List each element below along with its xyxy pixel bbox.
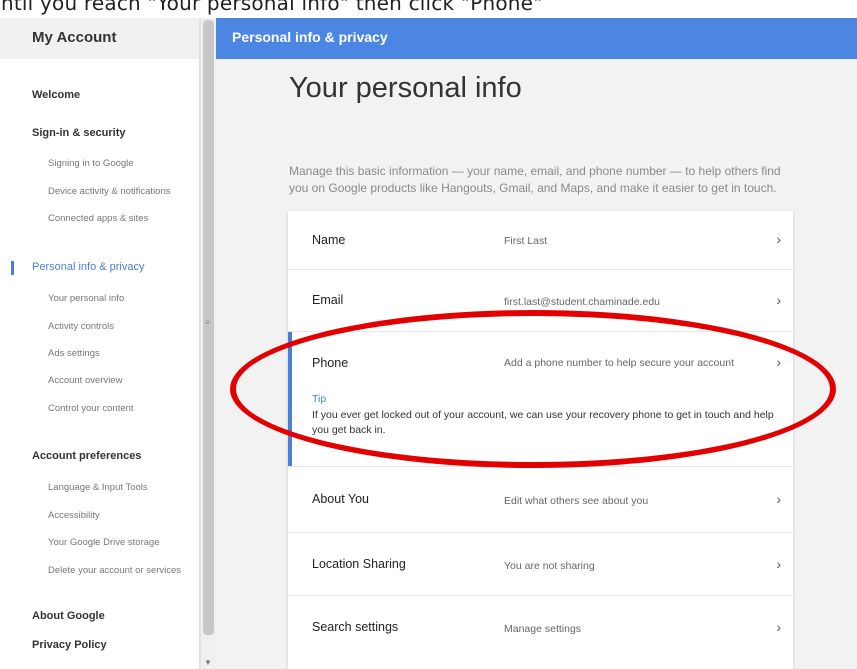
sidebar-item-activity-controls[interactable]: Activity controls (48, 321, 114, 332)
chevron-right-icon: › (776, 491, 781, 507)
row-label: Email (312, 293, 344, 307)
chevron-right-icon: › (776, 231, 781, 247)
chevron-right-icon: › (776, 354, 781, 370)
sidebar-item-account-overview[interactable]: Account overview (48, 375, 122, 386)
sidebar-item-your-personal-info[interactable]: Your personal info (48, 293, 124, 304)
sidebar-item-device-activity[interactable]: Device activity & notifications (48, 186, 171, 197)
sidebar-item-accessibility[interactable]: Accessibility (48, 510, 100, 521)
sidebar-item-control-content[interactable]: Control your content (48, 403, 134, 414)
row-value: first.last@student.chaminade.edu (504, 296, 660, 308)
row-value: Manage settings (504, 623, 582, 635)
row-search-settings[interactable]: Search settings Manage settings › (288, 596, 793, 669)
scrollbar-grip-icon: ≡ (205, 318, 210, 327)
row-label: Name (312, 233, 346, 247)
chevron-right-icon: › (776, 619, 781, 635)
row-name[interactable]: Name First Last › (288, 211, 793, 270)
sidebar-item-sign-in-security[interactable]: Sign-in & security (32, 127, 126, 139)
top-app-bar: Personal info & privacy (216, 18, 857, 59)
instruction-caption: ntil you reach "Your personal info" then… (1, 0, 543, 15)
sidebar-item-language-input[interactable]: Language & Input Tools (48, 482, 148, 493)
row-phone[interactable]: Phone Add a phone number to help secure … (288, 332, 793, 467)
sidebar-item-privacy-policy[interactable]: Privacy Policy (32, 639, 107, 651)
row-email[interactable]: Email first.last@student.chaminade.edu › (288, 270, 793, 332)
personal-info-card: Name First Last › Email first.last@stude… (288, 211, 793, 669)
row-label: Search settings (312, 620, 399, 634)
sidebar-item-drive-storage[interactable]: Your Google Drive storage (48, 537, 160, 548)
sidebar-scrollbar[interactable]: ≡ ▼ (200, 18, 216, 669)
sidebar: My Account Welcome Sign-in & security Si… (0, 18, 200, 669)
row-value: Edit what others see about you (504, 495, 649, 507)
row-label: Phone (312, 356, 349, 370)
row-label: About You (312, 492, 370, 506)
row-value: First Last (504, 235, 548, 247)
chevron-right-icon: › (776, 556, 781, 572)
row-label: Location Sharing (312, 557, 406, 571)
sidebar-item-delete-account[interactable]: Delete your account or services (48, 565, 181, 576)
sidebar-item-about-google[interactable]: About Google (32, 610, 105, 622)
sidebar-item-account-preferences[interactable]: Account preferences (32, 450, 141, 462)
tip-text: If you ever get locked out of your accou… (312, 409, 774, 436)
tip-title: Tip (312, 393, 327, 405)
sidebar-item-personal-info-privacy[interactable]: Personal info & privacy (32, 261, 145, 273)
scrollbar-thumb[interactable] (203, 20, 214, 635)
sidebar-title: My Account (0, 18, 199, 59)
sidebar-item-connected-apps[interactable]: Connected apps & sites (48, 213, 148, 224)
row-about-you[interactable]: About You Edit what others see about you… (288, 467, 793, 533)
row-selected-indicator (288, 332, 292, 466)
sidebar-item-signing-in[interactable]: Signing in to Google (48, 158, 134, 169)
row-location-sharing[interactable]: Location Sharing You are not sharing › (288, 533, 793, 596)
row-value: Add a phone number to help secure your a… (504, 357, 734, 369)
top-bar-title: Personal info & privacy (232, 29, 388, 45)
scroll-down-arrow-icon[interactable]: ▼ (204, 658, 212, 667)
intro-text: Manage this basic information — your nam… (289, 164, 781, 195)
row-value: You are not sharing (504, 560, 595, 572)
sidebar-item-welcome[interactable]: Welcome (32, 89, 80, 101)
main-content: Your personal info Manage this basic inf… (216, 59, 857, 669)
sidebar-item-ads-settings[interactable]: Ads settings (48, 348, 100, 359)
active-indicator (11, 261, 14, 275)
page-title: Your personal info (289, 72, 522, 104)
chevron-right-icon: › (776, 292, 781, 308)
